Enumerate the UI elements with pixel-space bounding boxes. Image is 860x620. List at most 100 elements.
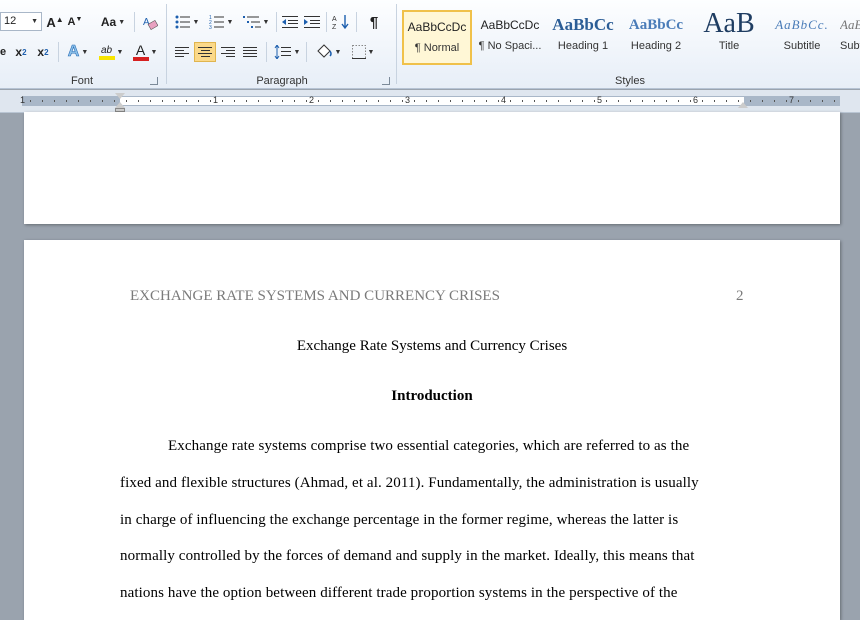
style-heading-1[interactable]: AaBbCc Heading 1: [548, 10, 618, 65]
superscript-button[interactable]: x2: [34, 42, 52, 62]
ruler-tick: [330, 100, 331, 102]
ruler-tick: [582, 100, 583, 102]
divider: [58, 42, 59, 62]
ruler-tick: [786, 100, 787, 102]
ruler-tick: [810, 100, 811, 102]
style-heading-2[interactable]: AaBbCc Heading 2: [621, 10, 691, 65]
dialog-launcher-icon[interactable]: [382, 77, 390, 85]
ruler-tick: [162, 100, 163, 102]
ruler-tick: [498, 100, 499, 102]
horizontal-ruler[interactable]: 1 1 2 3 4 5 6 7: [0, 90, 860, 113]
ruler-tick: [210, 100, 211, 102]
style-title[interactable]: AaB Title: [694, 10, 764, 65]
ruler-tick: [306, 100, 307, 102]
ruler-tick: [318, 100, 319, 102]
style-no-spacing[interactable]: AaBbCcDc ¶ No Spaci...: [475, 10, 545, 65]
text-effects-button[interactable]: A ▼: [64, 42, 92, 62]
pilcrow-icon: ¶: [369, 13, 379, 31]
ruler-number: 7: [789, 95, 795, 105]
first-line-indent-marker[interactable]: [115, 93, 125, 99]
borders-button[interactable]: ▼: [348, 42, 378, 62]
bullets-button[interactable]: ▼: [172, 12, 202, 32]
ruler-number: 4: [501, 95, 507, 105]
ruler-tick: [378, 100, 379, 102]
ruler-tick: [174, 100, 175, 102]
eraser-icon: A: [143, 17, 158, 30]
numbering-button[interactable]: 1 2 3 ▼: [206, 12, 236, 32]
line-spacing-button[interactable]: ▼: [272, 42, 302, 62]
font-size-value: 12: [4, 15, 17, 27]
ruler-tick: [66, 100, 67, 102]
divider: [306, 42, 307, 62]
styles-gallery: AaBbCcDc ¶ Normal AaBbCcDc ¶ No Spaci...…: [400, 7, 860, 67]
ruler-tick: [342, 100, 343, 102]
outdent-icon: [282, 16, 298, 28]
running-head: EXCHANGE RATE SYSTEMS AND CURRENCY CRISE…: [130, 288, 500, 304]
page-2[interactable]: EXCHANGE RATE SYSTEMS AND CURRENCY CRISE…: [24, 240, 840, 620]
line-spacing-icon: [274, 45, 291, 59]
ruler-tick: [618, 100, 619, 102]
ruler-tick: [126, 100, 127, 102]
decrease-indent-button[interactable]: [280, 12, 300, 32]
ruler-tick: [462, 100, 463, 102]
change-case-button[interactable]: Aa ▼: [98, 12, 128, 32]
ruler-tick: [834, 100, 835, 102]
align-center-button[interactable]: [194, 42, 216, 62]
bullet-list-icon: [175, 15, 190, 29]
style-subtle-emphasis[interactable]: AaB Subt: [840, 10, 860, 65]
align-right-button[interactable]: [218, 42, 238, 62]
ruler-tick: [258, 100, 259, 102]
page-number: 2: [736, 288, 744, 304]
ribbon: 12 ▼ A ▲ A ▼ Aa ▼ A e x2 x2 A ▼ ab ▼ A ▼…: [0, 0, 860, 89]
strikethrough-partial-button[interactable]: e: [0, 42, 8, 62]
increase-indent-button[interactable]: [302, 12, 322, 32]
ruler-tick: [702, 100, 703, 102]
ruler-tick: [606, 100, 607, 102]
shrink-font-button[interactable]: A ▼: [66, 12, 84, 32]
align-right-icon: [221, 47, 235, 57]
clear-formatting-button[interactable]: A: [140, 12, 160, 32]
show-marks-button[interactable]: ¶: [364, 12, 384, 32]
ruler-tick: [414, 100, 415, 102]
numbered-list-icon: 123: [209, 15, 224, 29]
ruler-tick: [666, 100, 667, 102]
ruler-number: 5: [597, 95, 603, 105]
font-group-label: Font: [70, 75, 93, 87]
ruler-tick: [402, 100, 403, 102]
ruler-tick: [390, 100, 391, 102]
font-color-button[interactable]: A ▼: [130, 42, 160, 62]
shading-button[interactable]: ▼: [312, 42, 344, 62]
multilevel-list-button[interactable]: ▼: [240, 12, 272, 32]
divider: [134, 12, 135, 32]
svg-text:3: 3: [209, 25, 212, 29]
page-1-bottom[interactable]: [24, 112, 840, 224]
font-size-box[interactable]: 12 ▼: [0, 12, 42, 31]
ruler-tick: [690, 100, 691, 102]
ruler-tick: [426, 100, 427, 102]
indent-icon: [304, 16, 320, 28]
ruler-tick: [42, 100, 43, 102]
style-subtitle[interactable]: AaBbCc. Subtitle: [767, 10, 837, 65]
right-indent-marker[interactable]: [738, 102, 748, 108]
section-heading: Introduction: [391, 388, 473, 404]
svg-text:A: A: [332, 16, 337, 23]
ruler-tick: [474, 100, 475, 102]
subscript-button[interactable]: x2: [12, 42, 30, 62]
dialog-launcher-icon[interactable]: [150, 77, 158, 85]
sort-button[interactable]: AZ: [330, 12, 352, 32]
grow-font-button[interactable]: A ▲: [46, 12, 64, 32]
ruler-number: 1: [20, 95, 26, 105]
ruler-tick: [78, 100, 79, 102]
body-line: Exchange rate systems comprise two essen…: [168, 438, 690, 454]
align-left-button[interactable]: [172, 42, 192, 62]
ruler-tick: [630, 100, 631, 102]
justify-button[interactable]: [240, 42, 260, 62]
body-line: nations have the option between differen…: [120, 585, 678, 601]
paragraph-group: ▼ 1 2 3 ▼ ▼ AZ ¶ ▼ ▼ ▼ Paragraph: [168, 0, 396, 88]
style-normal[interactable]: AaBbCcDc ¶ Normal: [402, 10, 472, 65]
body-line: fixed and flexible structures (Ahmad, et…: [120, 475, 699, 491]
ruler-tick: [294, 100, 295, 102]
ruler-tick: [726, 100, 727, 102]
ruler-tick: [534, 100, 535, 102]
highlight-button[interactable]: ab ▼: [96, 42, 126, 62]
